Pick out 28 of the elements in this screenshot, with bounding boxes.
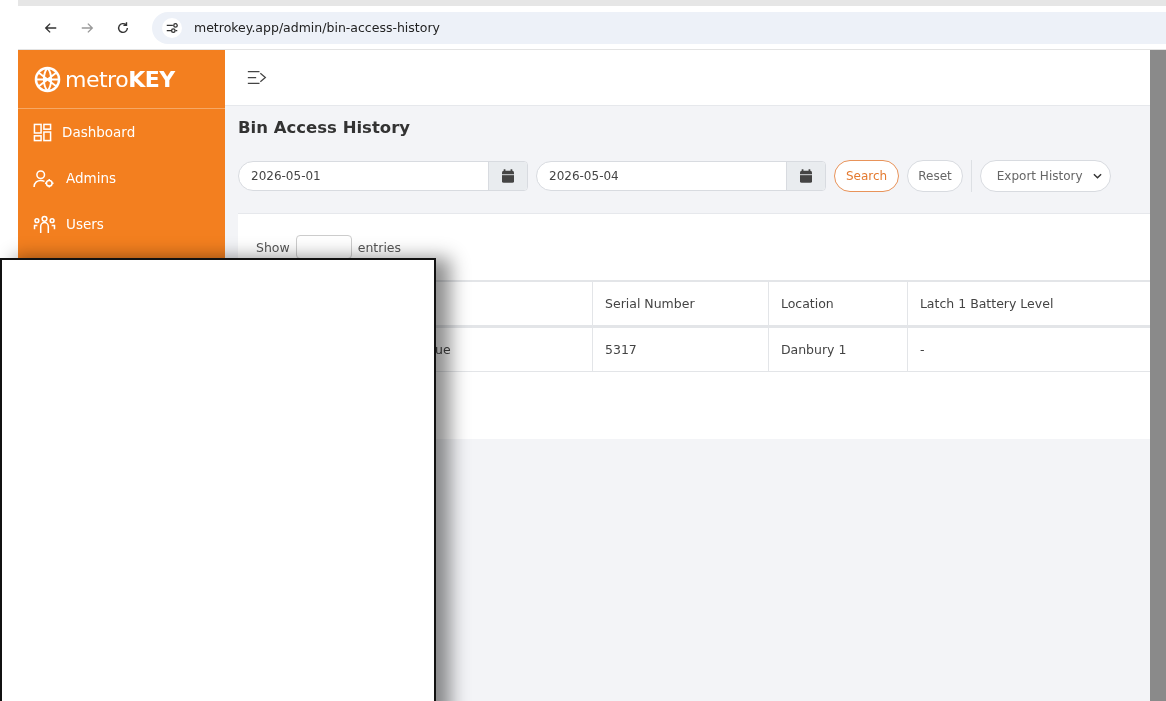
reload-icon[interactable]	[116, 20, 130, 35]
url-text: metrokey.app/admin/bin-access-history	[194, 20, 440, 35]
end-date-field[interactable]: 2026-05-04	[536, 161, 826, 191]
calendar-icon[interactable]	[502, 169, 514, 183]
page-title: Bin Access History	[238, 118, 412, 137]
chevron-down-icon	[1092, 173, 1102, 179]
calendar-icon[interactable]	[800, 169, 812, 183]
forward-arrow-icon[interactable]	[80, 20, 94, 35]
dashboard-grid-icon	[33, 122, 52, 142]
table-cell: 5317	[592, 326, 769, 372]
globe-logo-icon	[34, 65, 61, 93]
entries-label: entries	[357, 239, 402, 255]
address-bar[interactable]: metrokey.app/admin/bin-access-history	[152, 11, 1166, 44]
back-arrow-icon[interactable]	[44, 20, 58, 35]
menu-toggle-icon[interactable]	[247, 70, 267, 85]
user-gear-icon	[33, 168, 56, 188]
logo-text: metroKEY	[65, 66, 175, 92]
reset-button[interactable]: Reset	[907, 160, 963, 192]
site-settings-icon[interactable]	[162, 17, 182, 38]
start-date-field[interactable]: 2026-05-01	[238, 161, 528, 191]
show-label: Show	[256, 239, 290, 255]
column-header: Location	[768, 281, 908, 327]
table-cell: ue	[435, 342, 451, 357]
users-group-icon	[33, 214, 56, 234]
table-cell: Danbury 1	[768, 326, 908, 372]
column-header: Serial Number	[592, 281, 769, 327]
export-history-select[interactable]: Export History	[979, 160, 1111, 192]
search-button[interactable]: Search	[834, 160, 900, 192]
